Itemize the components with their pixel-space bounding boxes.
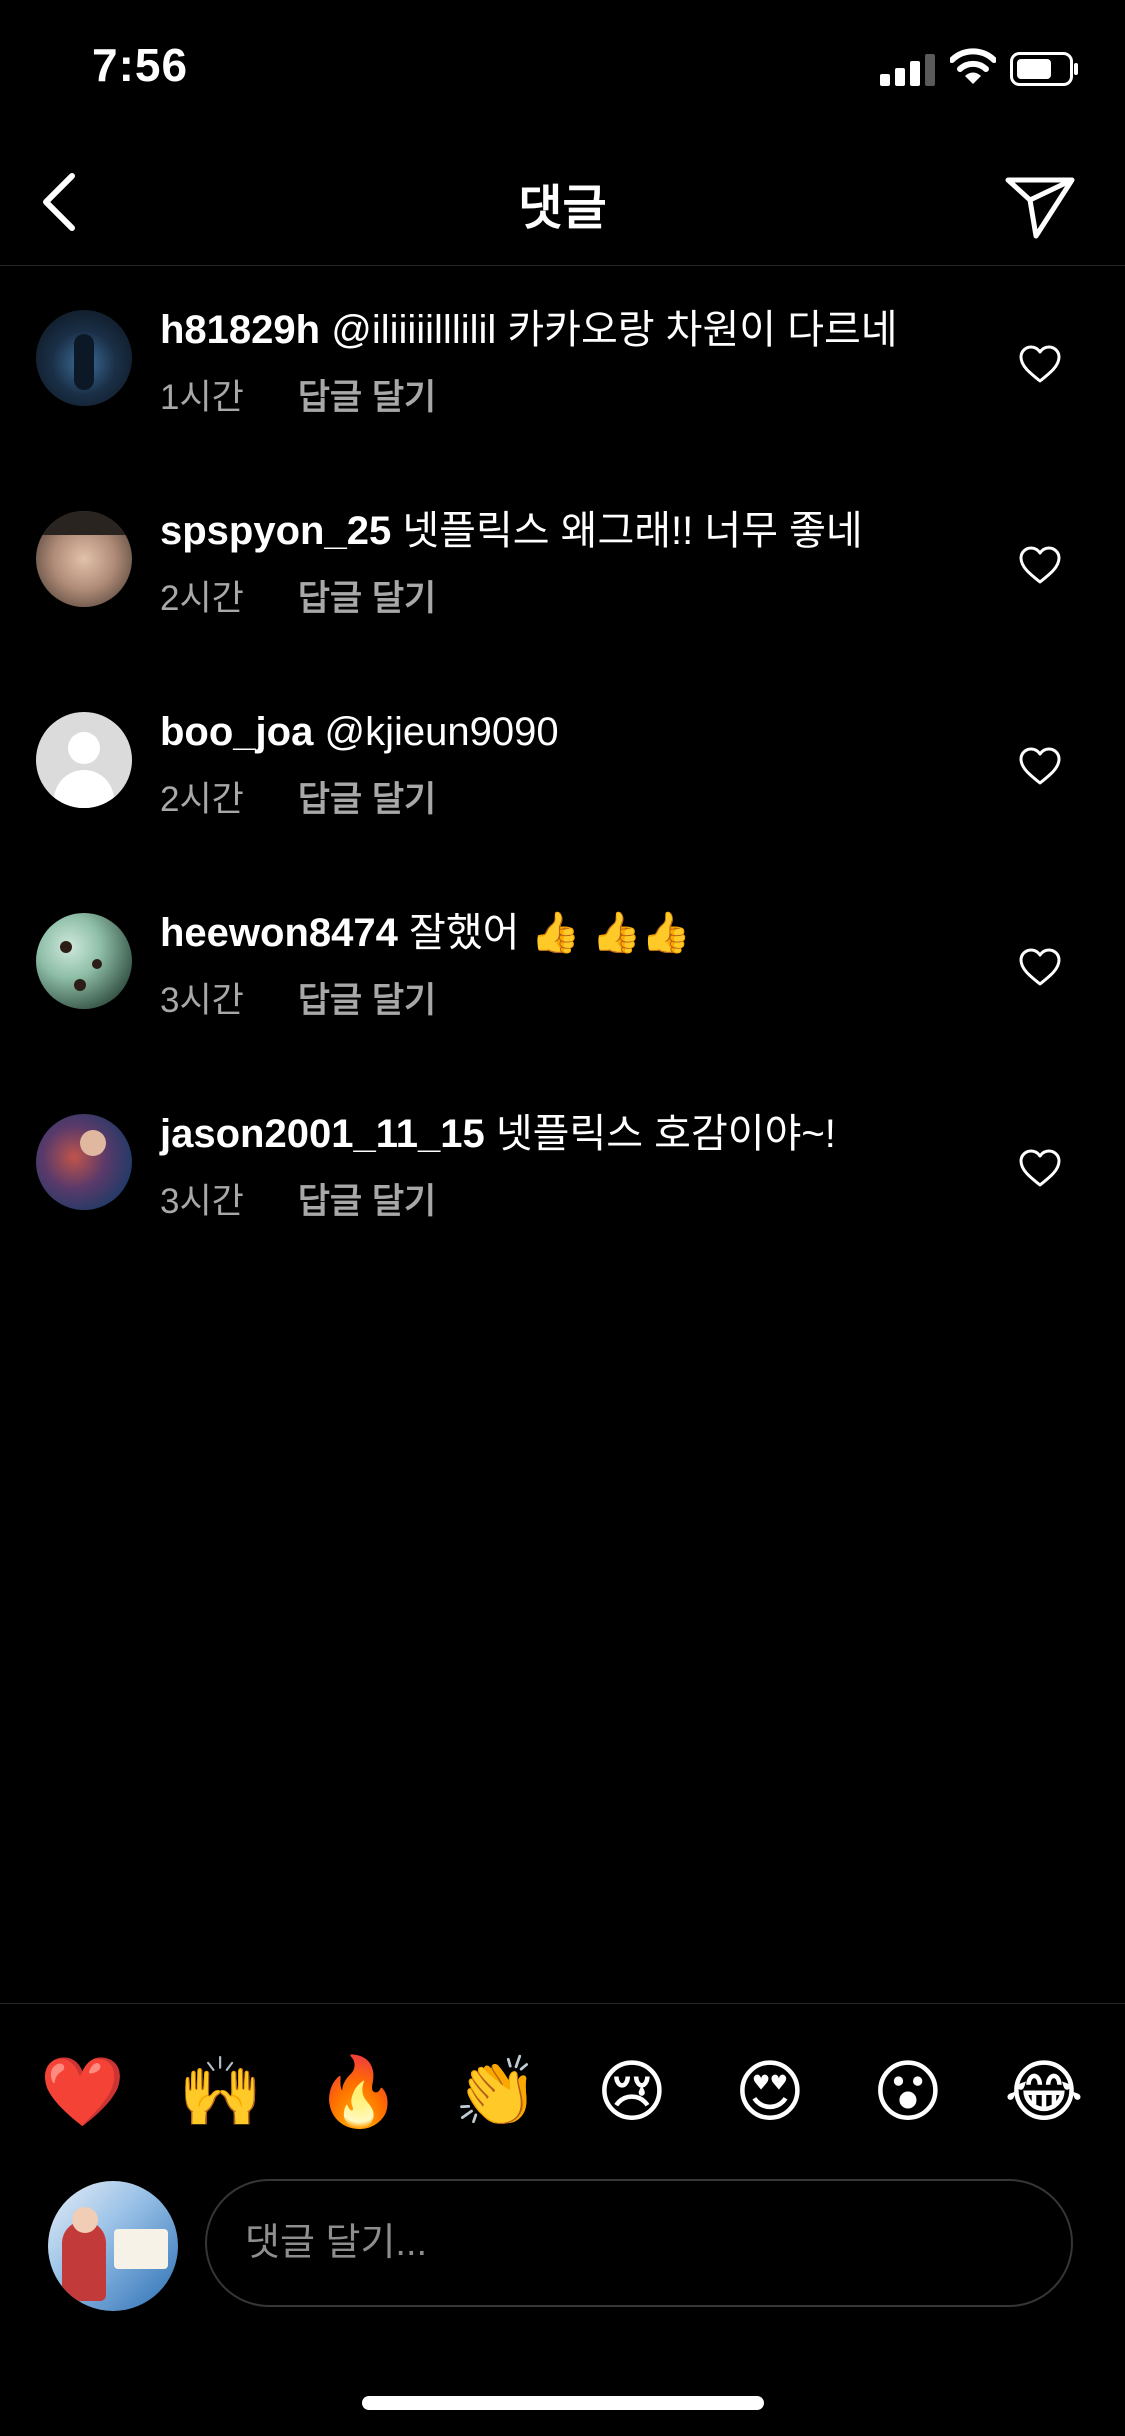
- comment-input[interactable]: [205, 2179, 1073, 2307]
- fire-reaction-button[interactable]: 🔥: [316, 2052, 401, 2132]
- comment-username[interactable]: jason2001_11_15: [160, 1112, 485, 1156]
- avatar[interactable]: [36, 310, 132, 406]
- heart-eyes-reaction-button[interactable]: 😍: [730, 2052, 810, 2132]
- avatar[interactable]: [36, 913, 132, 1009]
- heart-icon[interactable]: [1018, 948, 1062, 988]
- comment-text: 넷플릭스 왜그래!! 너무 좋네: [402, 509, 863, 553]
- page-title: 댓글: [518, 182, 607, 235]
- reply-button[interactable]: 답글 달기: [298, 579, 437, 618]
- comment-time: 3시간: [160, 1182, 244, 1221]
- heart-reaction-button[interactable]: ❤️: [40, 2052, 125, 2132]
- heart-icon[interactable]: [1018, 546, 1062, 586]
- crying-reaction-button[interactable]: 😢: [592, 2052, 672, 2132]
- heart-icon[interactable]: [1018, 1149, 1062, 1189]
- comment-time: 3시간: [160, 981, 244, 1020]
- status-time: 7:56: [92, 39, 189, 91]
- heart-icon[interactable]: [1018, 747, 1062, 787]
- comment-text: 넷플릭스 호감이야~!: [495, 1112, 836, 1156]
- comment-username[interactable]: heewon8474: [160, 911, 398, 955]
- battery-icon: [1010, 52, 1078, 86]
- reply-button[interactable]: 답글 달기: [298, 378, 437, 417]
- surprised-reaction-button[interactable]: 😮: [868, 2052, 948, 2132]
- reply-button[interactable]: 답글 달기: [298, 780, 437, 819]
- comment-text: 잘했어 👍 👍👍: [409, 911, 692, 955]
- avatar[interactable]: [36, 712, 132, 808]
- avatar[interactable]: [36, 511, 132, 607]
- comment-composer: [0, 2171, 1125, 2321]
- status-bar: 7:56: [0, 0, 1125, 140]
- comment-username[interactable]: h81829h: [160, 308, 320, 352]
- reply-button[interactable]: 답글 달기: [298, 1182, 437, 1221]
- comment-text: @kjieun9090: [324, 710, 559, 754]
- comment-text: @iliiiiilllilil 카카오랑 차원이 다르네: [331, 308, 898, 352]
- cellular-signal-icon: [880, 52, 936, 86]
- comment-username[interactable]: boo_joa: [160, 710, 313, 754]
- reply-button[interactable]: 답글 달기: [298, 981, 437, 1020]
- nav-header: 댓글: [0, 140, 1125, 266]
- home-indicator[interactable]: [362, 2396, 764, 2410]
- comment-username[interactable]: spspyon_25: [160, 509, 391, 553]
- comment-list: h81829h @iliiiiilllilil 카카오랑 차원이 다르네 1시간…: [0, 265, 1125, 1270]
- raising-hands-reaction-button[interactable]: 🙌: [178, 2052, 263, 2132]
- avatar[interactable]: [36, 1114, 132, 1210]
- comment-item: boo_joa @kjieun9090 2시간 답글 달기: [0, 667, 1125, 868]
- comment-time: 2시간: [160, 780, 244, 819]
- reaction-bar: ❤️ 🙌 🔥 👏 😢 😍 😮 😂: [0, 2003, 1125, 2172]
- comment-item: h81829h @iliiiiilllilil 카카오랑 차원이 다르네 1시간…: [0, 265, 1125, 466]
- comment-item: jason2001_11_15 넷플릭스 호감이야~! 3시간 답글 달기: [0, 1069, 1125, 1270]
- comment-item: heewon8474 잘했어 👍 👍👍 3시간 답글 달기: [0, 868, 1125, 1069]
- heart-icon[interactable]: [1018, 345, 1062, 385]
- laughing-reaction-button[interactable]: 😂: [1004, 2052, 1084, 2132]
- clapping-reaction-button[interactable]: 👏: [454, 2052, 539, 2132]
- comment-time: 1시간: [160, 378, 244, 417]
- my-avatar: [48, 2181, 178, 2311]
- wifi-icon: [950, 48, 996, 84]
- comment-item: spspyon_25 넷플릭스 왜그래!! 너무 좋네 2시간 답글 달기: [0, 466, 1125, 667]
- comment-time: 2시간: [160, 579, 244, 618]
- send-icon[interactable]: [1000, 162, 1080, 242]
